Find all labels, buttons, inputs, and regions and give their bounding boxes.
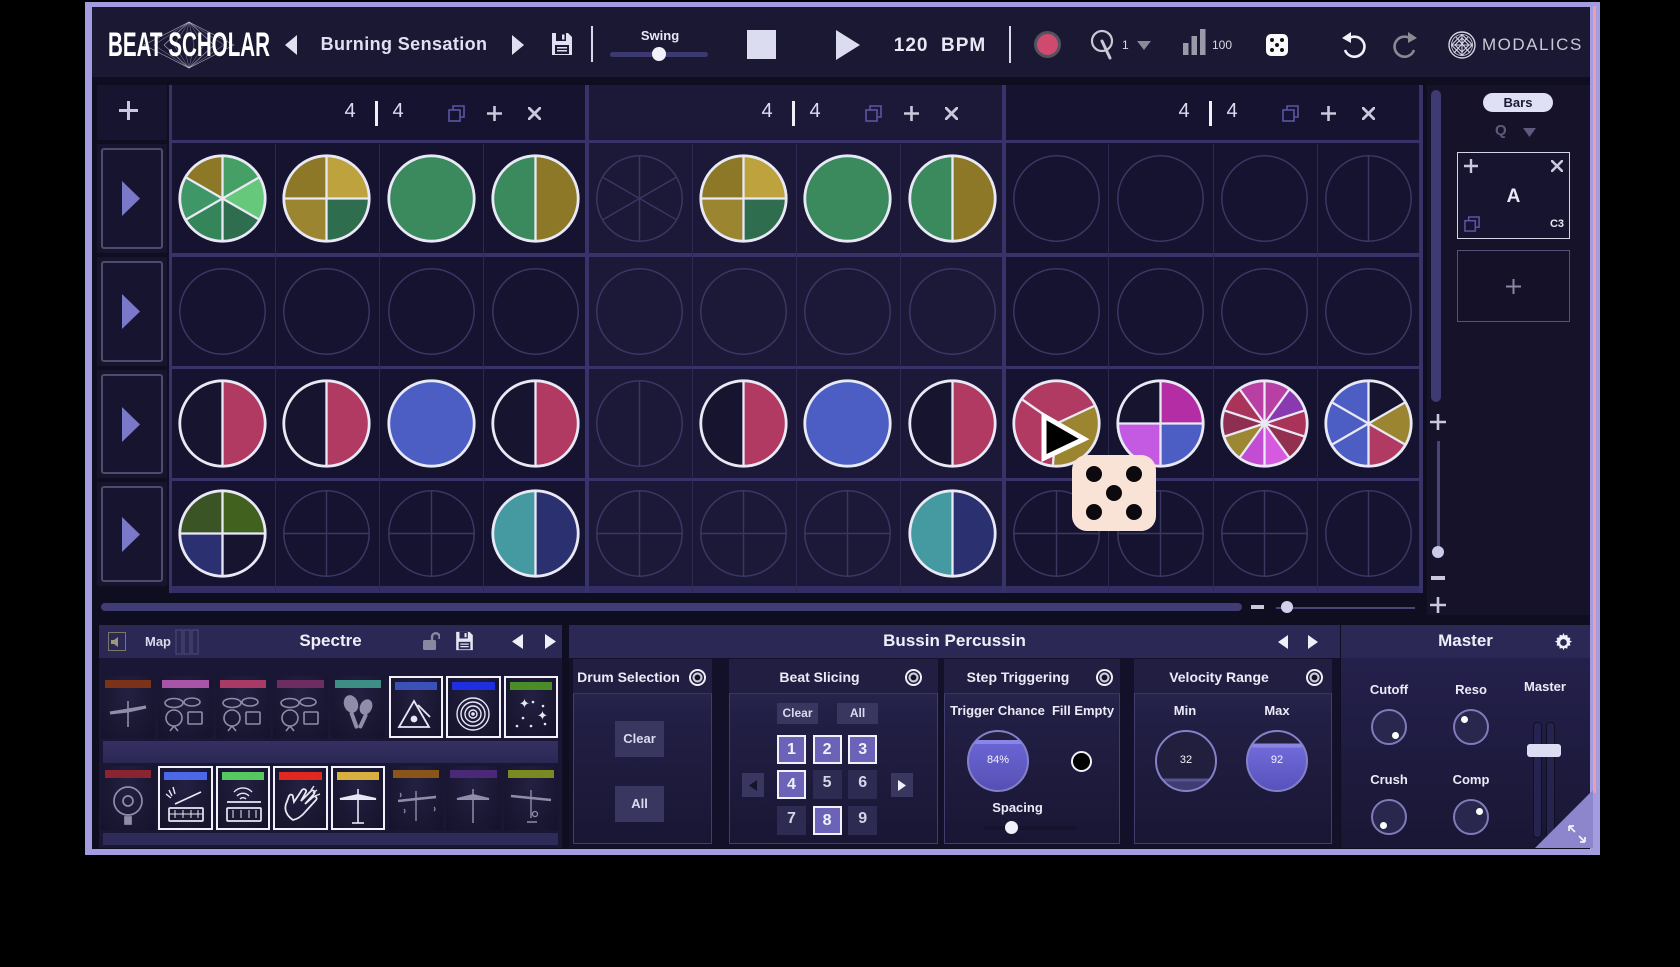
svg-text:✦: ✦ bbox=[537, 708, 548, 723]
svg-text:✦: ✦ bbox=[519, 696, 530, 711]
svg-text:BEAT SCHOLAR: BEAT SCHOLAR bbox=[108, 26, 270, 64]
